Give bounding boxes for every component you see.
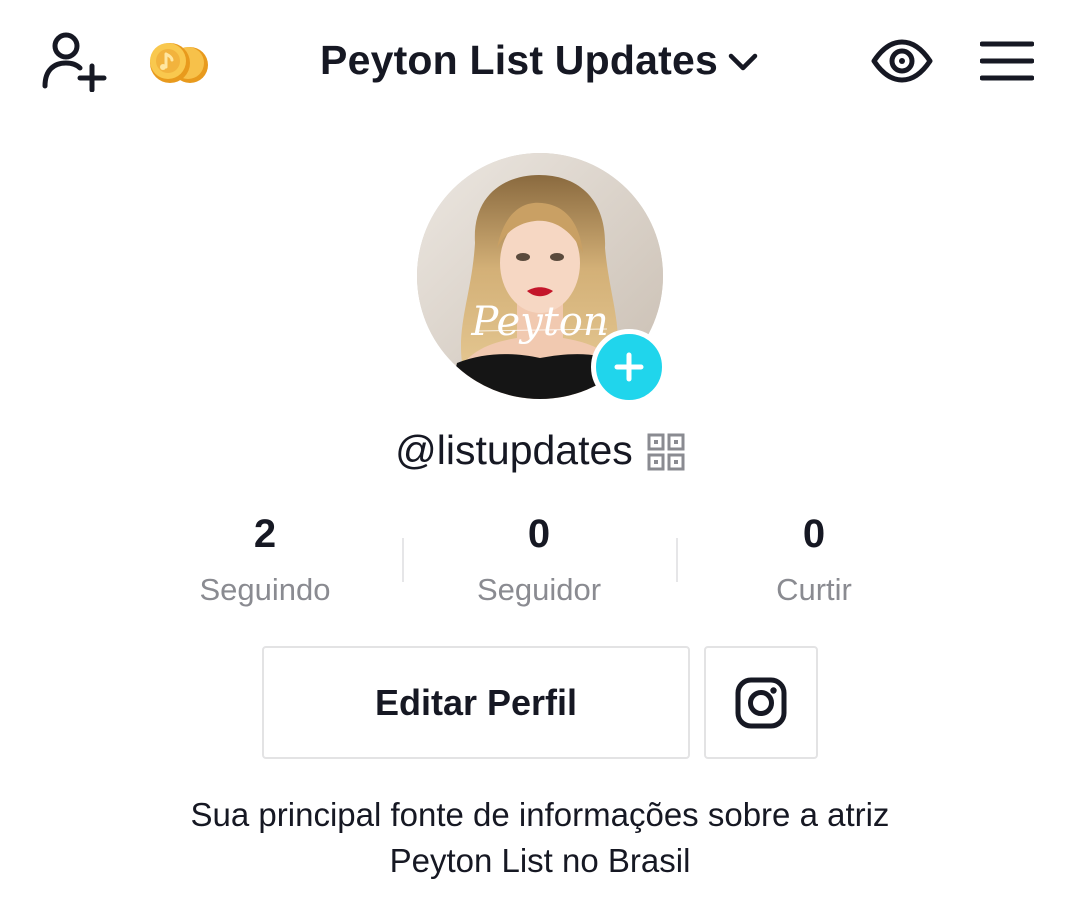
- bio-line: Peyton List no Brasil: [389, 842, 691, 879]
- stat-divider: [402, 538, 404, 582]
- chevron-down-icon: [728, 53, 758, 71]
- avatar-signature: Peyton: [470, 299, 608, 345]
- stat-followers[interactable]: 0 Seguidor: [409, 508, 669, 614]
- add-photo-button[interactable]: [591, 329, 667, 405]
- username-row: @listupdates: [0, 420, 1080, 480]
- stat-likes[interactable]: 0 Curtir: [684, 508, 944, 614]
- coins-icon[interactable]: [146, 40, 212, 86]
- instagram-button[interactable]: [704, 646, 818, 759]
- plus-icon: [614, 352, 644, 382]
- eye-icon[interactable]: [870, 38, 934, 84]
- bio: Sua principal fonte de informações sobre…: [140, 792, 940, 884]
- username: @listupdates: [395, 426, 633, 473]
- top-bar: Peyton List Updates: [0, 0, 1080, 120]
- followers-count: 0: [527, 512, 551, 556]
- account-switcher[interactable]: Peyton List Updates: [300, 30, 780, 90]
- account-title: Peyton List Updates: [320, 36, 718, 83]
- hamburger-menu-icon[interactable]: [979, 40, 1035, 82]
- edit-profile-button[interactable]: Editar Perfil: [262, 646, 690, 759]
- add-user-icon[interactable]: [38, 30, 108, 93]
- following-label: Seguindo: [199, 572, 331, 607]
- likes-label: Curtir: [776, 572, 852, 607]
- qr-code-icon[interactable]: [647, 433, 685, 471]
- instagram-icon: [735, 677, 787, 728]
- stat-divider: [676, 538, 678, 582]
- likes-count: 0: [802, 512, 826, 556]
- following-count: 2: [253, 512, 277, 556]
- bio-line: Sua principal fonte de informações sobre…: [190, 796, 890, 833]
- followers-label: Seguidor: [476, 572, 602, 607]
- stat-following[interactable]: 2 Seguindo: [135, 508, 395, 614]
